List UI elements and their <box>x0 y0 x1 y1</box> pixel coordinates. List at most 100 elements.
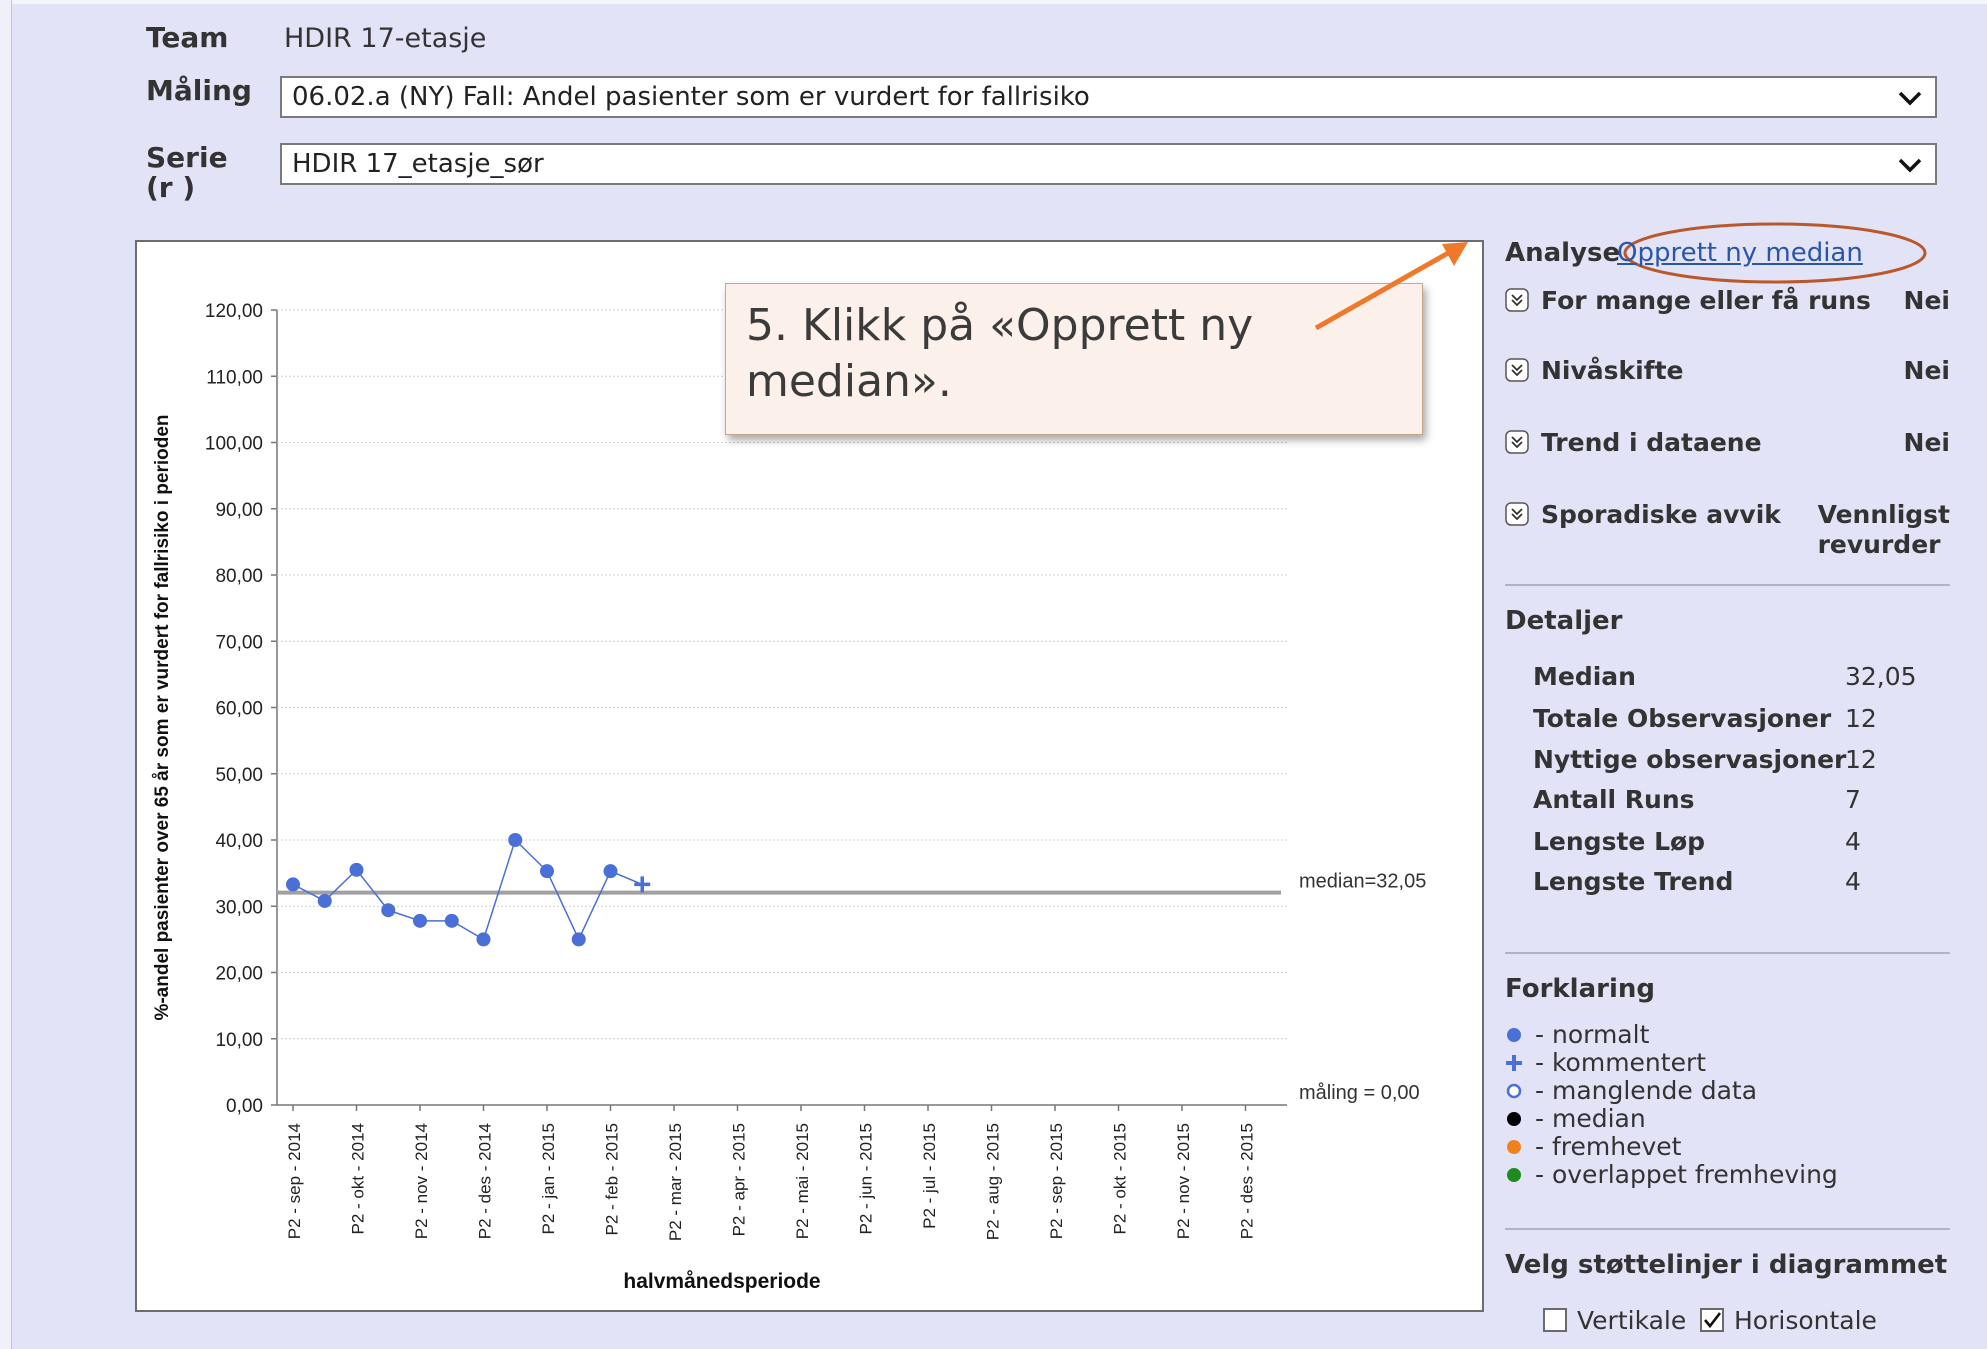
analysis-row-sporadic[interactable]: Sporadiske avvik Vennligst revurder <box>1505 500 1950 564</box>
x-tick-label: P2 - nov - 2015 <box>1174 1123 1193 1239</box>
analysis-row-value-line2: revurder <box>1817 530 1941 559</box>
chevron-down-icon <box>1898 91 1922 106</box>
x-axis-title: halvmånedsperiode <box>623 1270 820 1293</box>
x-tick-label: P2 - aug - 2015 <box>984 1123 1003 1240</box>
legend-item-label: - manglende data <box>1535 1076 1758 1105</box>
y-tick-label: 120,00 <box>205 301 263 322</box>
analysis-row-label: Nivåskifte <box>1541 356 1684 385</box>
checkmark-icon <box>1704 1312 1722 1329</box>
team-value: HDIR 17-etasje <box>284 23 487 54</box>
series-line <box>292 838 643 942</box>
vertical-gridlines-label: Vertikale <box>1577 1306 1687 1335</box>
legend-item: - manglende data <box>1506 1076 1758 1105</box>
maling-select[interactable]: 06.02.a (NY) Fall: Andel pasienter som e… <box>280 76 1937 118</box>
data-point <box>508 833 523 847</box>
y-tick-label: 90,00 <box>215 500 263 521</box>
gridlines-title: Velg støttelinjer i diagrammet <box>1505 1250 1948 1280</box>
y-tick-label: 80,00 <box>215 566 263 587</box>
expand-icon[interactable] <box>1505 358 1529 382</box>
hollow-dot-icon <box>1506 1083 1522 1099</box>
divider <box>1505 952 1950 954</box>
create-median-link[interactable]: Opprett ny median <box>1617 238 1863 268</box>
details-title: Detaljer <box>1505 606 1623 636</box>
x-tick-label: P2 - feb - 2015 <box>603 1123 622 1235</box>
y-tick-label: 40,00 <box>215 831 263 852</box>
vertical-gridlines-checkbox[interactable] <box>1543 1308 1567 1332</box>
x-tick-label: P2 - jun - 2015 <box>857 1123 876 1235</box>
x-tick-label: P2 - nov - 2014 <box>412 1123 431 1239</box>
detail-value: 12 <box>1845 745 1877 774</box>
median-label: median=32,05 <box>1299 871 1426 893</box>
data-point <box>540 864 554 879</box>
x-tick-label: P2 - mar - 2015 <box>666 1123 685 1241</box>
filled-dot-icon <box>1507 1140 1521 1154</box>
legend-item: - overlappet fremheving <box>1507 1160 1838 1189</box>
filled-dot-icon <box>1507 1168 1521 1182</box>
detail-value: 32,05 <box>1845 662 1917 691</box>
serie-label: Serie <box>146 141 228 174</box>
x-tick-label: P2 - des - 2015 <box>1238 1123 1257 1239</box>
x-tick-label: P2 - sep - 2015 <box>1047 1123 1066 1239</box>
data-point <box>444 913 459 928</box>
detail-label: Lengste Løp <box>1533 827 1706 856</box>
detail-label: Antall Runs <box>1533 785 1695 814</box>
data-point <box>381 903 396 918</box>
analysis-row-label: Sporadiske avvik <box>1541 500 1781 529</box>
detail-label: Nyttige observasjoner <box>1533 745 1847 774</box>
chevron-down-icon <box>1898 158 1922 173</box>
serie-sublabel: (r ) <box>146 171 196 204</box>
data-point <box>286 877 300 892</box>
x-tick-label: P2 - jan - 2015 <box>539 1123 558 1235</box>
data-point <box>349 862 364 877</box>
legend-item-label: - normalt <box>1535 1020 1650 1049</box>
divider <box>1505 584 1950 586</box>
y-tick-label: 20,00 <box>215 964 263 985</box>
analysis-row-value: Nei <box>1903 286 1950 315</box>
horizontal-gridlines-label: Horisontale <box>1734 1306 1877 1335</box>
maling-label: Måling <box>146 74 252 107</box>
detail-value: 7 <box>1845 785 1861 814</box>
y-tick-label: 110,00 <box>206 367 263 388</box>
detail-value: 4 <box>1845 827 1861 856</box>
x-tick-label: P2 - sep - 2014 <box>285 1123 304 1239</box>
filled-dot-icon <box>1507 1028 1521 1042</box>
x-tick-label: P2 - okt - 2014 <box>349 1123 368 1235</box>
analysis-row-value: Nei <box>1903 428 1950 457</box>
y-tick-label: 0,00 <box>226 1096 263 1117</box>
expand-icon[interactable] <box>1505 430 1529 454</box>
maling-select-value: 06.02.a (NY) Fall: Andel pasienter som e… <box>292 82 1090 112</box>
legend-item-label: - overlappet fremheving <box>1535 1160 1838 1189</box>
serie-select[interactable]: HDIR 17_etasje_sør <box>280 143 1937 185</box>
team-label: Team <box>146 21 229 54</box>
serie-select-value: HDIR 17_etasje_sør <box>292 149 544 179</box>
data-point <box>603 864 618 879</box>
detail-label: Totale Observasjoner <box>1533 704 1832 733</box>
filled-dot-icon <box>1507 1112 1521 1126</box>
x-tick-label: P2 - jul - 2015 <box>920 1123 939 1229</box>
annotation-arrow-icon <box>1314 242 1468 331</box>
y-tick-label: 100,00 <box>205 434 263 455</box>
horizontal-gridlines-checkbox[interactable] <box>1700 1308 1724 1332</box>
legend-item: - fremhevet <box>1507 1132 1681 1161</box>
analysis-row-label: Trend i dataene <box>1541 428 1762 457</box>
expand-icon[interactable] <box>1505 288 1529 312</box>
top-border <box>0 0 1987 4</box>
legend-item: - median <box>1507 1104 1646 1133</box>
detail-value: 12 <box>1845 704 1877 733</box>
legend-item: - normalt <box>1507 1020 1650 1049</box>
legend-item: - kommentert <box>1506 1048 1707 1077</box>
x-tick-label: P2 - des - 2014 <box>476 1123 495 1239</box>
legend-title: Forklaring <box>1505 974 1655 1004</box>
callout-line2: median». <box>746 356 952 407</box>
detail-label: Median <box>1533 662 1636 691</box>
y-tick-label: 10,00 <box>215 1030 263 1051</box>
plus-icon <box>1506 1055 1522 1071</box>
analysis-row-value-line1: Vennligst <box>1817 500 1950 529</box>
x-tick-label: P2 - apr - 2015 <box>730 1123 749 1236</box>
left-border <box>0 0 12 1349</box>
data-point <box>476 932 491 947</box>
detail-value: 4 <box>1845 867 1861 896</box>
legend-item-label: - kommentert <box>1535 1048 1707 1077</box>
expand-icon[interactable] <box>1505 502 1529 526</box>
data-point <box>317 893 332 908</box>
